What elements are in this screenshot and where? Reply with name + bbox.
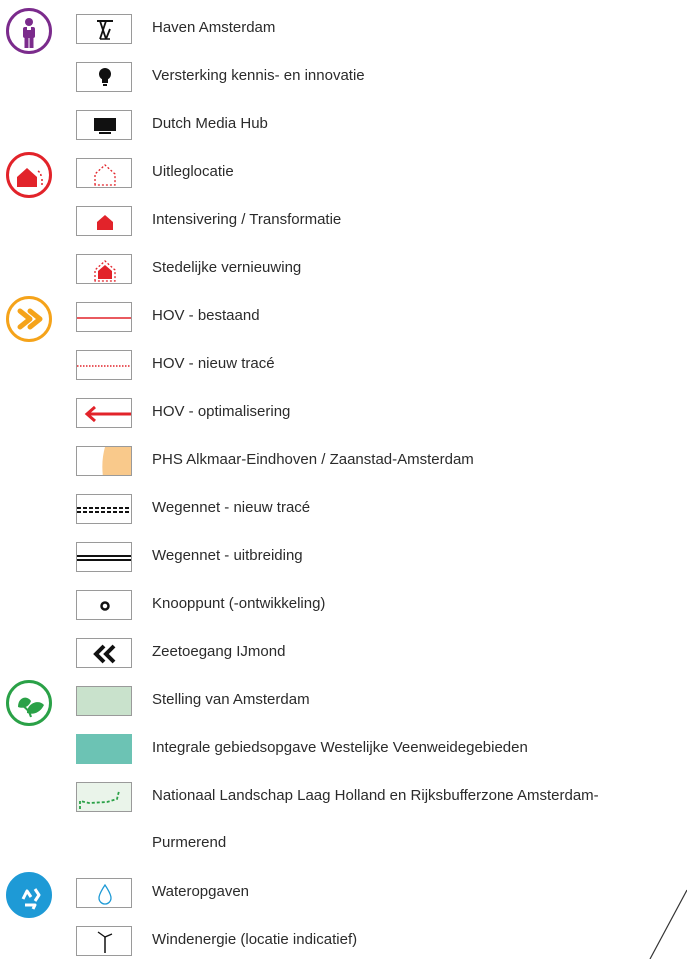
map-boundary-line (649, 889, 687, 959)
